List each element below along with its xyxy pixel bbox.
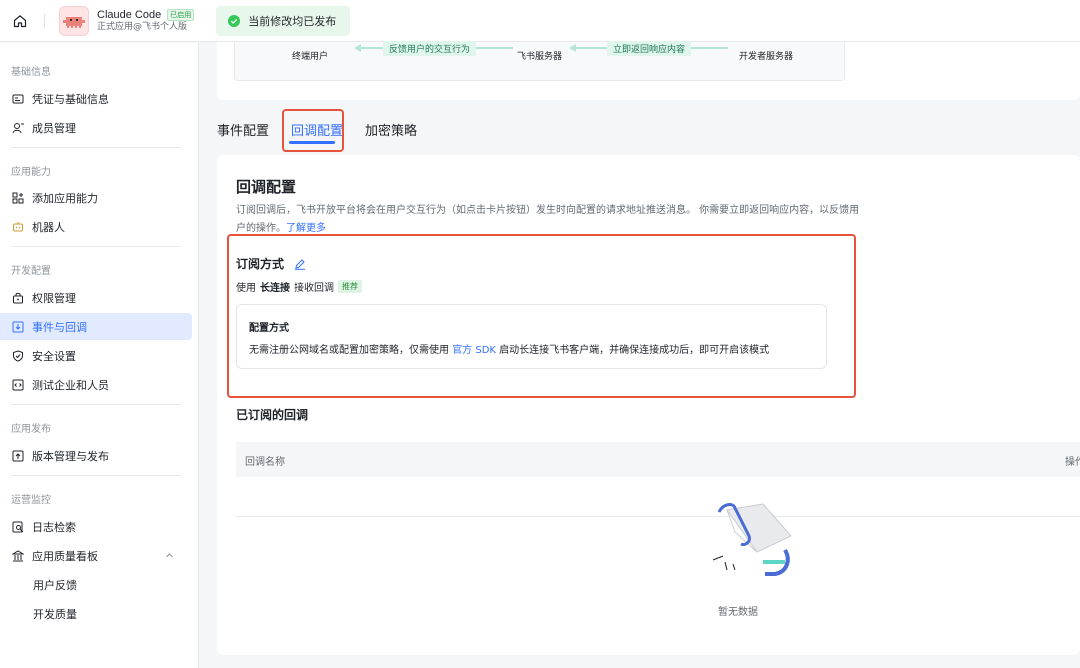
sidebar-item-events-callbacks[interactable]: 事件与回调: [0, 313, 192, 340]
home-button[interactable]: [2, 3, 38, 39]
column-header-name: 回调名称: [245, 457, 285, 468]
topbar-divider: [44, 13, 45, 28]
sidebar-item-permissions[interactable]: 权限管理: [0, 284, 192, 311]
sidebar-divider: [11, 246, 181, 247]
sidebar-item-label: 成员管理: [32, 121, 76, 135]
home-icon: [13, 14, 27, 27]
sidebar-item-label: 测试企业和人员: [32, 378, 109, 392]
robot-icon: [12, 221, 24, 233]
app-subtitle: 正式应用@飞书个人版: [97, 21, 188, 32]
sidebar-item-security[interactable]: 安全设置: [0, 342, 192, 369]
upload-icon: [12, 450, 24, 462]
subscription-mode: 使用 长连接 接收回调 推荐: [236, 279, 362, 294]
callbacks-table-header: [236, 442, 1080, 477]
sidebar-item-add-capability[interactable]: 添加应用能力: [0, 184, 192, 211]
publish-status-toast: 当前修改均已发布: [216, 5, 351, 36]
app-status-badge: 已启用: [167, 8, 195, 21]
mode-name: 长连接: [260, 283, 290, 294]
tab-event-config[interactable]: 事件配置: [217, 110, 269, 154]
empty-state-icon: [712, 503, 792, 576]
sidebar-item-members[interactable]: 成员管理: [0, 114, 192, 141]
grid-add-icon: [12, 192, 24, 204]
app-info: Claude Code 已启用 正式应用@飞书个人版: [97, 8, 195, 34]
sidebar-item-label: 凭证与基础信息: [32, 92, 109, 106]
sidebar-item-label: 事件与回调: [32, 320, 87, 334]
tab-encryption[interactable]: 加密策略: [365, 110, 417, 154]
sidebar-item-label: 版本管理与发布: [32, 449, 109, 463]
sidebar-item-label: 机器人: [32, 220, 65, 234]
config-text-part1: 无需注册公网域名或配置加密策略，仅需使用: [249, 345, 449, 356]
tab-highlight-box: [282, 109, 344, 152]
sidebar-item-quality-board[interactable]: 应用质量看板: [0, 542, 192, 569]
log-search-icon: [12, 521, 24, 533]
check-circle-icon: [228, 14, 241, 27]
sidebar-item-label: 安全设置: [32, 349, 76, 363]
mode-prefix: 使用: [236, 283, 256, 294]
arrow-left-icon: [354, 44, 361, 52]
subscription-method-label: 订阅方式: [236, 257, 285, 271]
sidebar: 基础信息 凭证与基础信息 成员管理 应用能力 添加应用能力 机器人 开发配置 权…: [0, 43, 199, 668]
sidebar-item-label: 日志检索: [32, 520, 76, 534]
config-text-part2: 启动长连接飞书客户端，并确保连接成功后，即可开启该模式: [499, 345, 770, 356]
sidebar-group-release: 应用发布: [11, 424, 51, 435]
subscription-method-title: 订阅方式: [236, 255, 306, 272]
sidebar-group-monitoring: 运营监控: [11, 495, 51, 506]
sidebar-item-bot[interactable]: 机器人: [0, 213, 192, 240]
sidebar-divider: [11, 147, 181, 148]
event-icon: [12, 321, 24, 333]
app-name: Claude Code: [97, 8, 162, 21]
official-sdk-link[interactable]: 官方 SDK: [452, 345, 496, 356]
user-add-icon: [12, 122, 24, 134]
sidebar-item-credentials[interactable]: 凭证与基础信息: [0, 85, 192, 112]
bank-chart-icon: [12, 549, 24, 562]
section-description: 订阅回调后，飞书开放平台将会在用户交互行为（如点击卡片按钮）发生时向配置的请求地…: [236, 202, 866, 238]
subscribed-callbacks-title: 已订阅的回调: [236, 408, 309, 422]
flow-label-feedback: 反馈用户的交互行为: [383, 41, 477, 56]
column-header-operation: 操作: [1065, 457, 1080, 468]
edit-icon[interactable]: [294, 258, 306, 270]
sidebar-divider: [11, 404, 181, 405]
sidebar-item-test-org[interactable]: 测试企业和人员: [0, 371, 192, 398]
sidebar-item-log-search[interactable]: 日志检索: [0, 513, 192, 540]
sidebar-item-versions[interactable]: 版本管理与发布: [0, 442, 192, 469]
arrow-left-icon: [569, 44, 576, 52]
chevron-up-icon[interactable]: [165, 550, 174, 563]
description-text: 订阅回调后，飞书开放平台将会在用户交互行为（如点击卡片按钮）发生时向配置的请求地…: [236, 205, 860, 234]
sidebar-group-dev-config: 开发配置: [11, 266, 51, 277]
flow-label-return: 立即返回响应内容: [607, 41, 692, 56]
config-method-title: 配置方式: [249, 323, 289, 334]
sidebar-item-user-feedback[interactable]: 用户反馈: [0, 571, 192, 598]
flow-node-feishu-server: 飞书服务器: [517, 52, 563, 62]
flow-node-user: 终端用户: [292, 52, 329, 62]
table-divider: [236, 516, 1080, 517]
config-method-box: [236, 304, 827, 369]
flow-node-dev-server: 开发者服务器: [739, 52, 794, 62]
app-logo-icon: [63, 16, 85, 28]
shield-icon: [12, 349, 24, 362]
sidebar-group-basic: 基础信息: [11, 67, 51, 78]
sidebar-item-label: 应用质量看板: [32, 549, 98, 563]
learn-more-link[interactable]: 了解更多: [286, 223, 326, 234]
sidebar-group-capability: 应用能力: [11, 167, 51, 178]
id-card-icon: [12, 93, 24, 105]
recommended-tag: 推荐: [338, 280, 362, 293]
empty-state-text: 暂无数据: [718, 607, 758, 618]
code-box-icon: [12, 379, 24, 391]
sidebar-item-label: 用户反馈: [33, 578, 77, 592]
lock-icon: [12, 292, 24, 304]
config-method-text: 无需注册公网域名或配置加密策略，仅需使用 官方 SDK 启动长连接飞书客户端，并…: [249, 341, 769, 356]
sidebar-item-label: 权限管理: [32, 291, 76, 305]
mode-suffix: 接收回调: [294, 283, 334, 294]
publish-status-text: 当前修改均已发布: [248, 14, 337, 28]
sidebar-divider: [11, 475, 181, 476]
app-avatar[interactable]: [59, 5, 89, 36]
top-bar: Claude Code 已启用 正式应用@飞书个人版 当前修改均已发布: [0, 0, 1080, 42]
page-title: 回调配置: [236, 178, 297, 196]
sidebar-item-label: 添加应用能力: [32, 191, 98, 205]
